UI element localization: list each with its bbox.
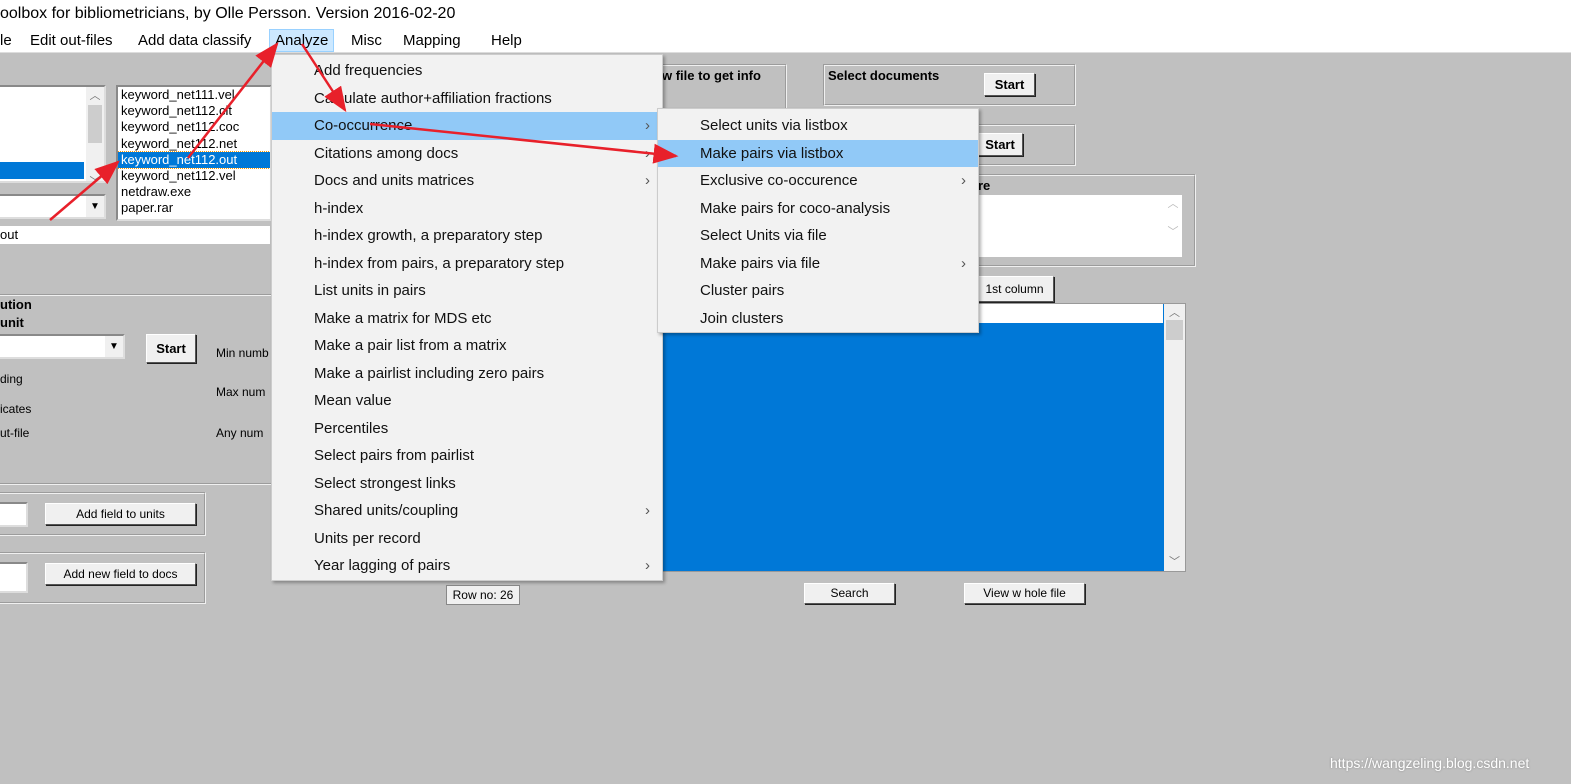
arrow [49, 160, 120, 221]
watermark: https://wangzeling.blog.csdn.net [1330, 755, 1530, 771]
arrow [300, 43, 347, 113]
annotation-arrows [49, 42, 679, 221]
arrow [369, 122, 679, 164]
arrow [187, 42, 279, 159]
